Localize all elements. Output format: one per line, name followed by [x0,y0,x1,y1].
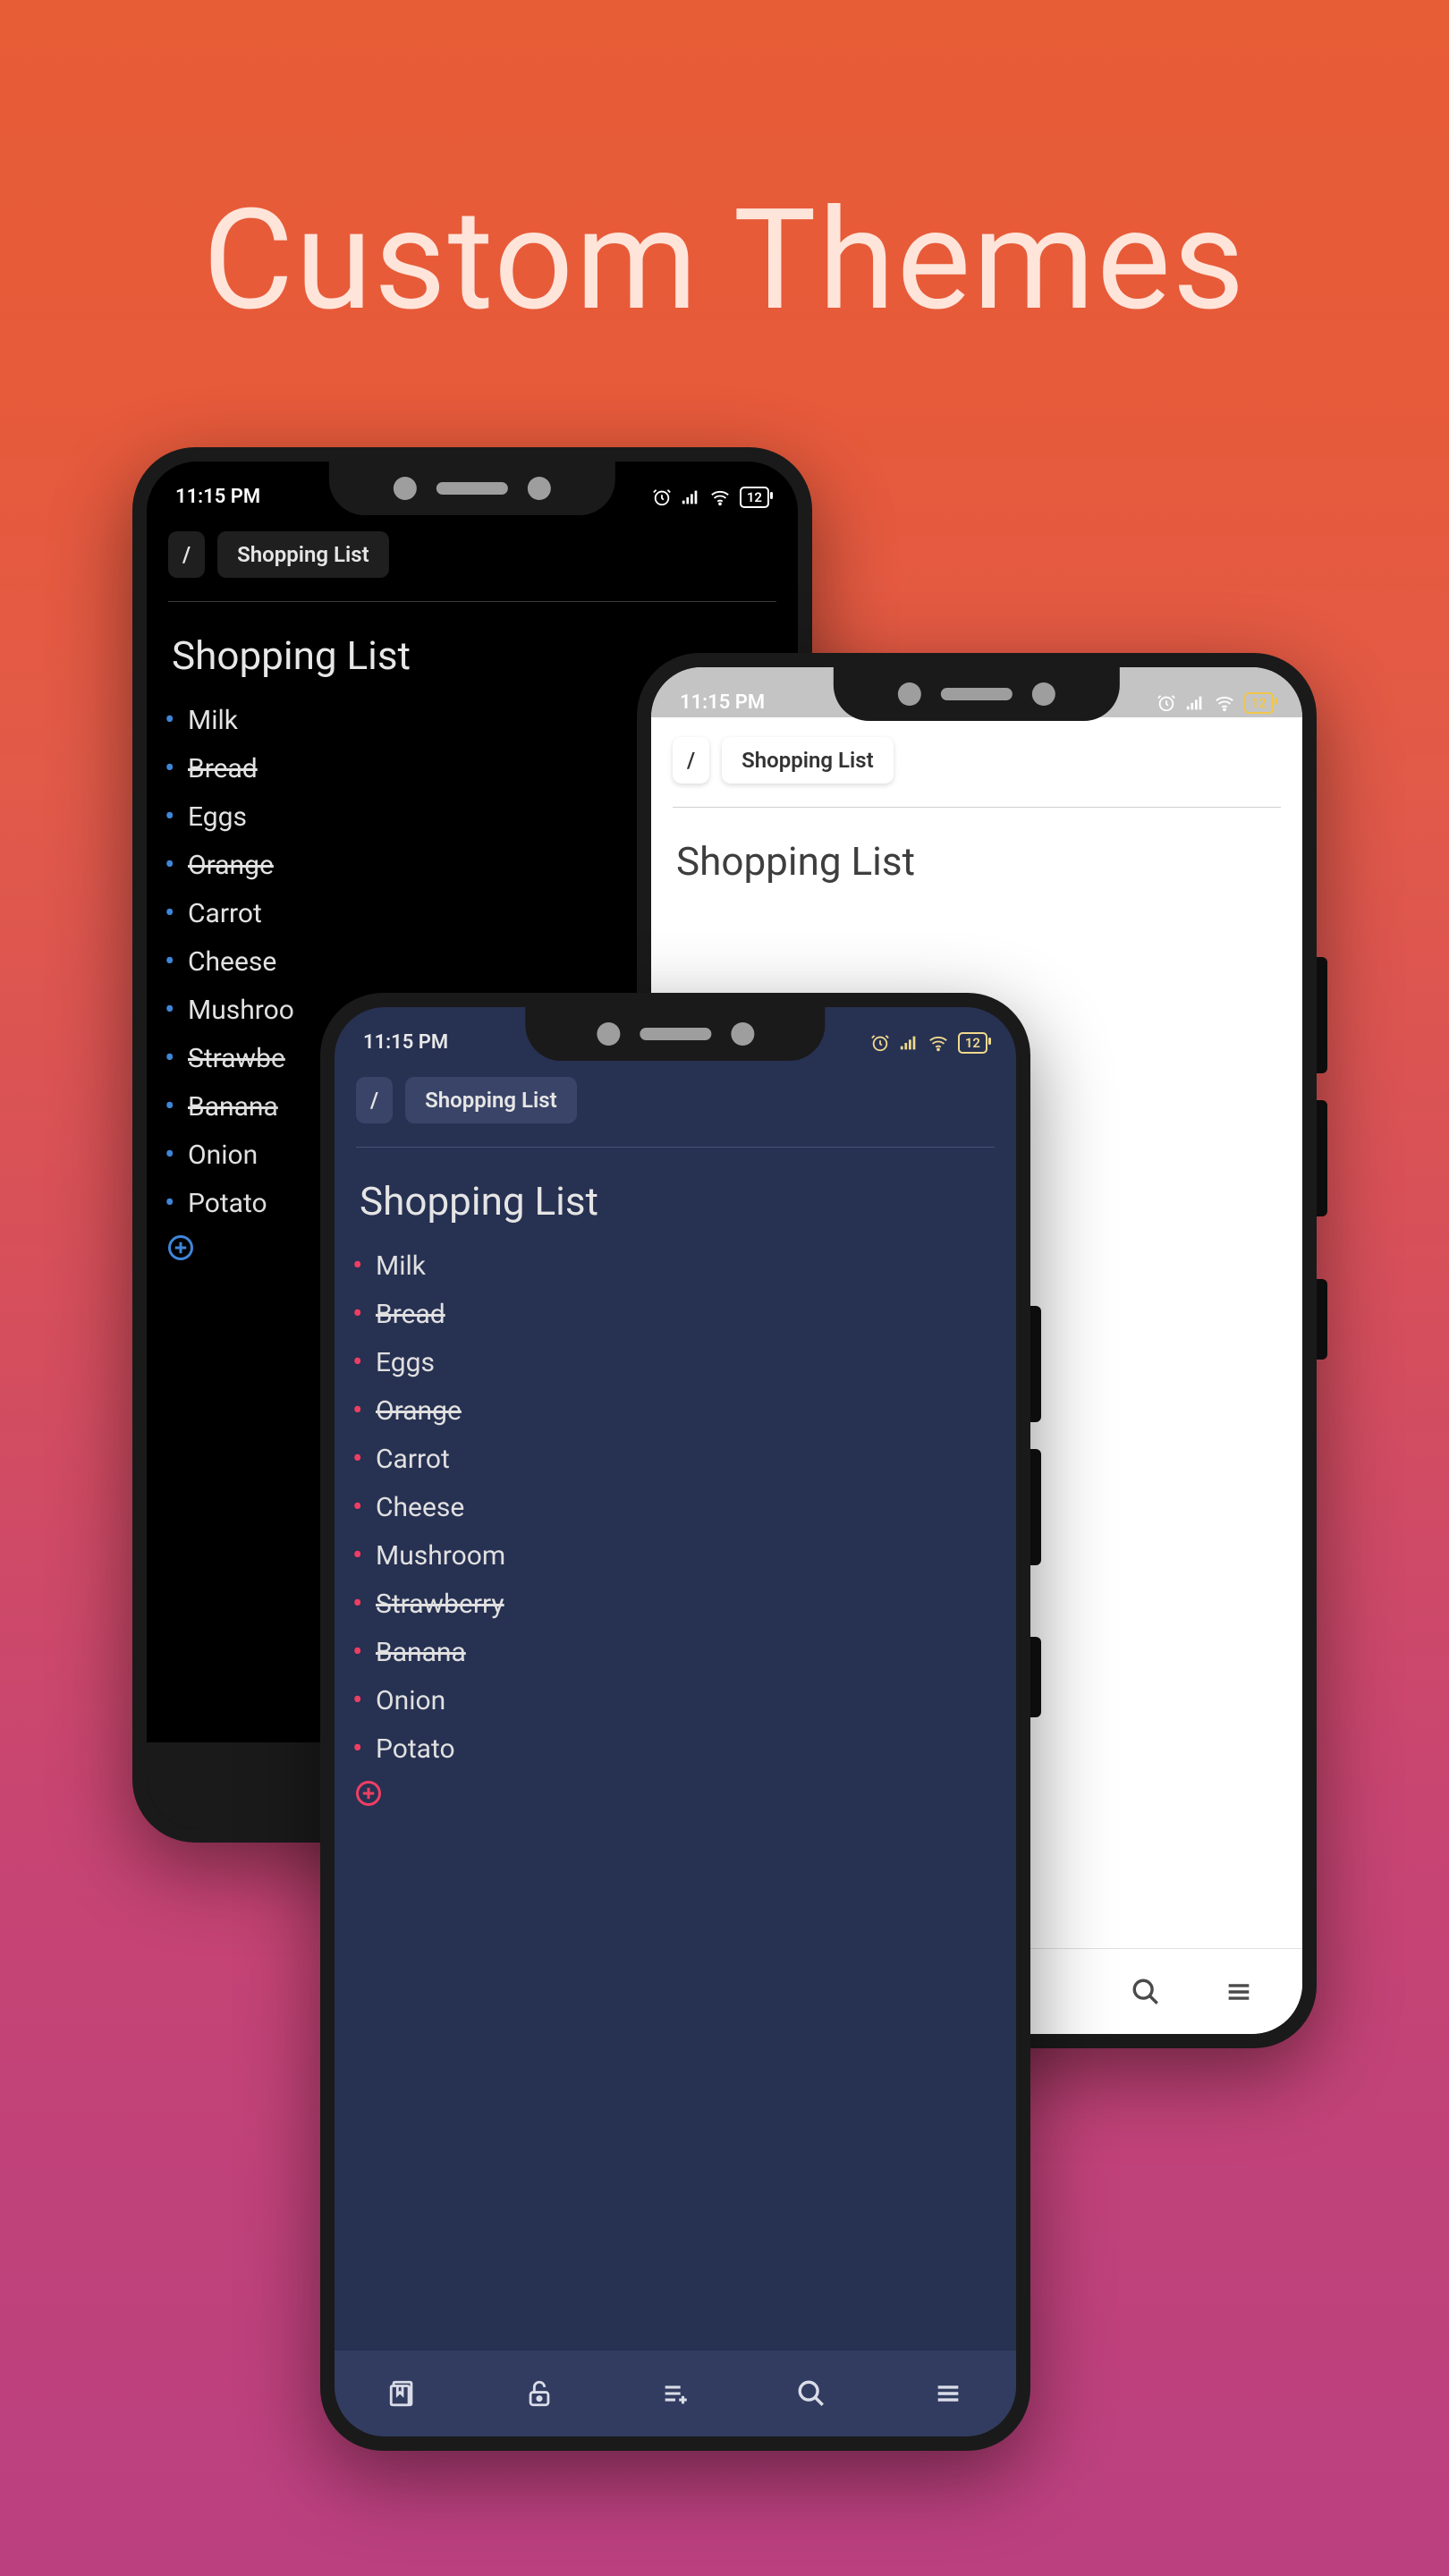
list-item[interactable]: Eggs [376,1339,991,1387]
list-item-label: Onion [376,1685,445,1716]
list-item-label: Carrot [188,898,262,929]
list-item-label: Cheese [188,946,276,978]
list-item-label: Banana [188,1091,278,1123]
status-indicators: 12 [870,1032,987,1054]
battery-icon: 12 [1244,692,1274,714]
list-item[interactable]: Mushroom [376,1532,991,1580]
list-item-label: Bread [188,753,258,784]
search-icon[interactable] [1131,1977,1161,2007]
list-item[interactable]: Strawberry [376,1580,991,1629]
signal-icon [1185,693,1205,713]
list-item-label: Cheese [376,1492,464,1523]
wifi-icon [709,487,731,507]
list-item[interactable]: Banana [376,1629,991,1677]
lock-icon[interactable] [524,2378,555,2409]
list-item[interactable]: Cheese [376,1484,991,1532]
list-item-label: Orange [376,1395,462,1427]
list-item-label: Carrot [376,1444,450,1475]
list-item[interactable]: Bread [376,1291,991,1339]
add-list-icon[interactable] [660,2378,691,2409]
list-item-label: Milk [376,1250,426,1282]
list-item-label: Mushroom [376,1540,505,1572]
battery-icon: 12 [958,1032,987,1054]
wifi-icon [928,1033,949,1053]
phone-notch [525,1007,825,1061]
status-clock: 11:15 PM [680,691,765,714]
list-item[interactable]: Potato [376,1725,991,1774]
status-clock: 11:15 PM [175,486,260,508]
status-indicators: 12 [652,487,769,508]
breadcrumb-root[interactable]: / [356,1077,393,1123]
list-item-label: Eggs [188,801,247,833]
list-item-label: Bread [376,1299,445,1330]
add-item-button[interactable] [352,1777,385,1809]
breadcrumb: / Shopping List [335,1057,1016,1123]
breadcrumb-page[interactable]: Shopping List [217,531,389,578]
wifi-icon [1214,693,1235,713]
list-item[interactable]: Onion [376,1677,991,1725]
status-indicators: 12 [1157,692,1274,714]
page-title: Shopping List [335,1148,1016,1233]
list-item-label: Strawbe [188,1043,285,1074]
hero-title: Custom Themes [0,179,1449,343]
signal-icon [899,1033,919,1053]
list-item-label: Milk [188,705,238,736]
breadcrumb: / Shopping List [147,512,798,578]
shopping-list: Milk Bread Eggs Orange Carrot Cheese Mushroom S… [335,1233,1016,1774]
list-item-label: Onion [188,1140,258,1171]
list-item-label: Eggs [376,1347,435,1378]
breadcrumb-root[interactable]: / [673,737,709,784]
breadcrumb-page[interactable]: Shopping List [722,737,894,784]
breadcrumb: / Shopping List [651,717,1302,784]
list-item-label: Potato [376,1733,455,1765]
list-item-label: Orange [188,850,274,881]
breadcrumb-root[interactable]: / [168,531,205,578]
list-item[interactable]: Carrot [376,1436,991,1484]
list-item[interactable]: Orange [376,1387,991,1436]
alarm-icon [870,1033,890,1053]
add-item-button[interactable] [165,1232,197,1264]
page-title: Shopping List [651,808,1302,894]
list-item[interactable]: Milk [376,1242,991,1291]
phone-notch [834,667,1120,721]
search-icon[interactable] [796,2378,826,2409]
bottom-nav [335,2351,1016,2436]
book-icon[interactable] [387,2378,418,2409]
status-clock: 11:15 PM [363,1031,448,1054]
list-item-label: Mushroo [188,995,294,1026]
signal-icon [681,487,700,507]
phone-notch [329,462,615,515]
alarm-icon [652,487,672,507]
list-item-label: Potato [188,1188,267,1219]
battery-icon: 12 [740,487,769,508]
phone-mock-navy: 11:15 PM 12 / Shopping List Shopping Lis… [320,993,1030,2451]
alarm-icon [1157,693,1176,713]
breadcrumb-page[interactable]: Shopping List [405,1077,577,1123]
list-item-label: Strawberry [376,1589,504,1620]
menu-icon[interactable] [933,2378,963,2409]
list-item-label: Banana [376,1637,466,1668]
menu-icon[interactable] [1224,1977,1254,2007]
